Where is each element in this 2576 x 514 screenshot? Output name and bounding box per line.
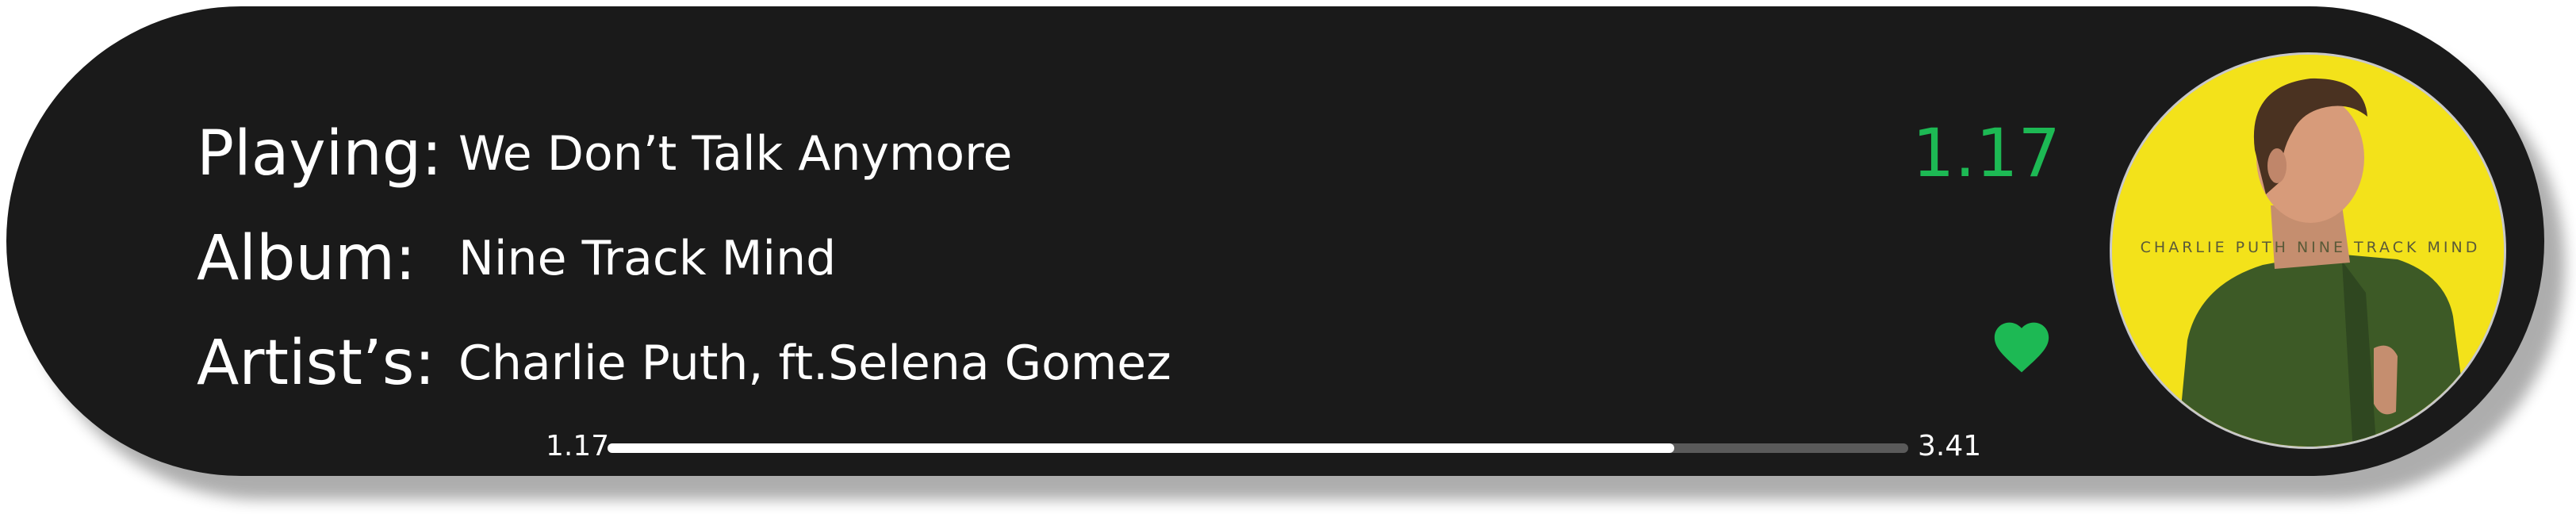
current-time-display: 1.17 — [1911, 114, 2060, 192]
heart-icon[interactable] — [1989, 314, 2054, 374]
music-player-widget: Playing: Album: Artist’s: We Don’t Talk … — [6, 6, 2544, 476]
artist-label: Artist’s: — [197, 328, 435, 399]
track-title: We Don’t Talk Anymore — [458, 126, 1013, 182]
total-duration: 3.41 — [1918, 430, 1982, 462]
album-cover: CHARLIE PUTH NINE TRACK MIND — [2110, 52, 2506, 449]
cover-caption: CHARLIE PUTH NINE TRACK MIND — [2140, 239, 2481, 256]
track-info: We Don’t Talk Anymore Nine Track Mind Ch… — [458, 102, 1171, 416]
field-labels: Playing: Album: Artist’s: — [197, 102, 443, 416]
album-label: Album: — [197, 223, 416, 294]
artist-name: Charlie Puth, ft.Selena Gomez — [458, 336, 1171, 391]
elapsed-time: 1.17 — [546, 430, 610, 462]
album-name: Nine Track Mind — [458, 231, 837, 286]
progress-bar[interactable] — [608, 443, 1908, 453]
playing-label: Playing: — [197, 118, 443, 190]
progress-fill — [608, 443, 1674, 453]
